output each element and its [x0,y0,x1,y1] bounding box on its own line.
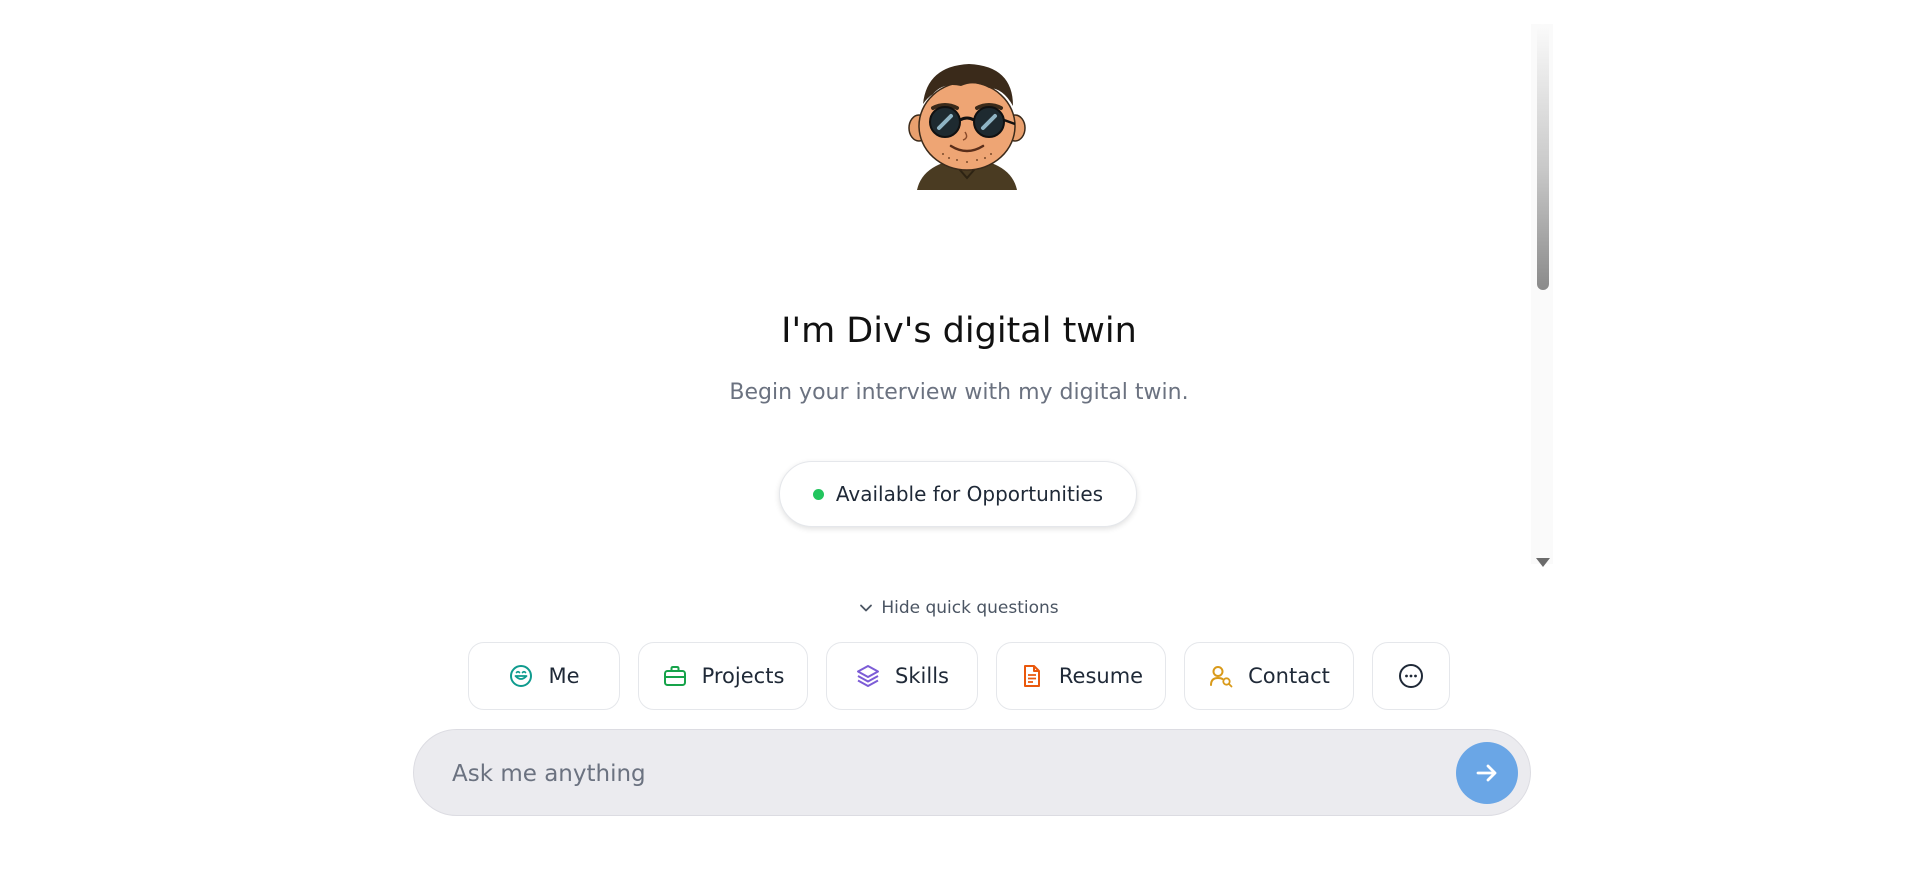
page: I'm Div's digital twin Begin your interv… [0,0,1918,874]
quick-contact-label: Contact [1248,664,1330,688]
quick-resume-button[interactable]: Resume [996,642,1166,710]
page-subtitle: Begin your interview with my digital twi… [729,380,1189,405]
status-dot-icon [812,488,824,500]
quick-resume-label: Resume [1058,664,1144,688]
chevron-down-icon [860,604,873,612]
quick-contact-button[interactable]: Contact [1184,642,1354,710]
scrollbar[interactable] [1531,24,1553,572]
toggle-label: Hide quick questions [881,598,1059,618]
avatar [908,64,1026,190]
hide-quick-questions-toggle[interactable]: Hide quick questions [0,598,1918,618]
send-button[interactable] [1456,742,1518,804]
user-search-icon [1210,666,1233,688]
quick-projects-button[interactable]: Projects [638,642,808,710]
scroll-down-arrow-icon[interactable] [1536,558,1550,567]
quick-me-button[interactable]: Me [468,642,620,710]
arrow-right-icon [1476,764,1497,782]
quick-skills-label: Skills [895,664,949,688]
quick-projects-label: Projects [701,664,785,688]
chat-input[interactable] [450,730,1414,817]
scrollbar-thumb[interactable] [1537,24,1549,290]
smile-icon [510,665,533,687]
quick-skills-button[interactable]: Skills [826,642,978,710]
briefcase-icon [663,666,686,686]
chat-input-bar [413,729,1531,817]
quick-me-label: Me [548,664,580,688]
availability-label: Available for Opportunities [835,482,1104,506]
page-title: I'm Div's digital twin [781,311,1137,351]
quick-more-button[interactable] [1372,642,1450,710]
document-icon [1023,665,1040,687]
layers-icon [857,665,880,687]
quick-questions: Me Projects Skills Resume Contact [0,642,1918,710]
availability-badge[interactable]: Available for Opportunities [779,461,1137,527]
more-icon [1399,664,1423,688]
